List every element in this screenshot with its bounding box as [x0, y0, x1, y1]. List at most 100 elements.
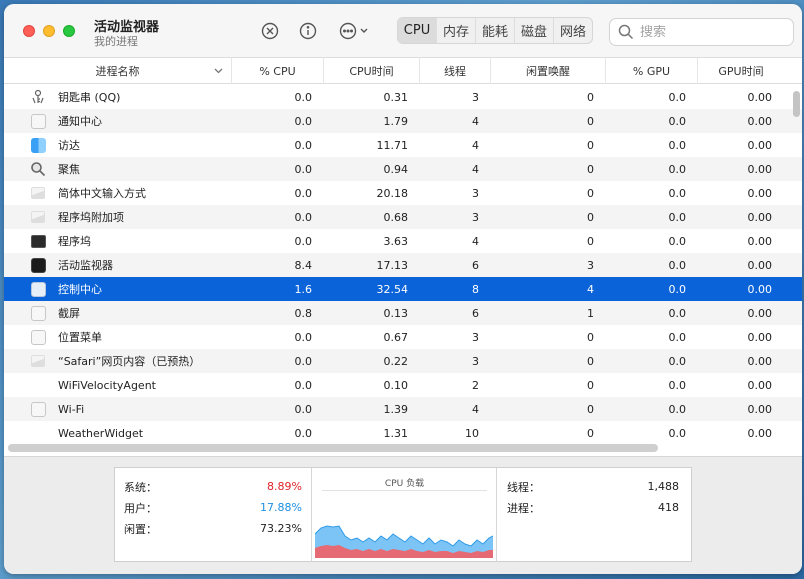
toolbar: 活动监视器 我的进程 CPU 内存 能耗 磁盘 网络 搜索: [4, 4, 802, 58]
threads-cell: 4: [472, 402, 479, 416]
process-name: 通知中心: [58, 115, 102, 128]
process-name: 聚焦: [58, 163, 80, 176]
process-name: “Safari”网页内容（已预热）: [58, 355, 201, 368]
cpu-percent-cell: 1.6: [294, 282, 313, 296]
column-header-cpu[interactable]: % CPU: [232, 58, 324, 84]
horizontal-scrollbar[interactable]: [8, 444, 658, 452]
table-row[interactable]: 通知中心 0.0 1.79 4 0 0.0 0.00: [4, 109, 802, 133]
gpu-percent-cell: 0.0: [668, 234, 687, 248]
column-header-gpu-time[interactable]: GPU时间: [698, 58, 784, 84]
table-row[interactable]: 钥匙串 (QQ) 0.0 0.31 3 0 0.0 0.00: [4, 85, 802, 109]
stat-user: 用户： 17.88%: [124, 501, 302, 515]
table-row[interactable]: 程序坞 0.0 3.63 4 0 0.0 0.00: [4, 229, 802, 253]
tab-cpu[interactable]: CPU: [398, 18, 437, 43]
column-header-threads[interactable]: 线程: [420, 58, 491, 84]
threads-cell: 2: [472, 378, 479, 392]
gpu-time-cell: 0.00: [747, 114, 773, 128]
process-name: 简体中文输入方式: [58, 187, 146, 200]
column-header-gpu[interactable]: % GPU: [606, 58, 698, 84]
cpu-percent-cell: 0.0: [294, 210, 313, 224]
cpu-load-graph: [315, 525, 493, 558]
table-row[interactable]: Wi-Fi 0.0 1.39 4 0 0.0 0.00: [4, 397, 802, 421]
vertical-scroll-thumb[interactable]: [793, 91, 800, 117]
search-icon: [618, 24, 634, 40]
table-row[interactable]: WeatherWidget 0.0 1.31 10 0 0.0 0.00: [4, 421, 802, 445]
cpu-time-cell: 1.79: [383, 114, 409, 128]
idle-wake-cell: 3: [587, 258, 594, 272]
threads-cell: 6: [472, 306, 479, 320]
no-icon: [30, 425, 46, 441]
threads-cell: 10: [465, 426, 479, 440]
threads-cell: 4: [472, 138, 479, 152]
table-row[interactable]: 控制中心 1.6 32.54 8 4 0.0 0.00: [4, 277, 802, 301]
table-row[interactable]: 活动监视器 8.4 17.13 6 3 0.0 0.00: [4, 253, 802, 277]
column-header-name[interactable]: 进程名称: [4, 58, 232, 84]
info-icon[interactable]: [298, 21, 318, 41]
cpu-percent-cell: 0.0: [294, 402, 313, 416]
gpu-percent-cell: 0.0: [668, 258, 687, 272]
gpu-time-cell: 0.00: [747, 378, 773, 392]
gpu-percent-cell: 0.0: [668, 426, 687, 440]
blank-app-icon: [30, 401, 46, 417]
minimize-window-button[interactable]: [43, 25, 55, 37]
cpu-usage-stats: 系统： 8.89% 用户： 17.88% 闲置： 73.23%: [115, 468, 312, 561]
cpu-time-cell: 0.94: [383, 162, 409, 176]
table-row[interactable]: 位置菜单 0.0 0.67 3 0 0.0 0.00: [4, 325, 802, 349]
keychain-icon: [30, 89, 46, 105]
cpu-time-cell: 0.22: [383, 354, 409, 368]
process-name-cell: 程序坞: [4, 229, 232, 253]
gpu-time-cell: 0.00: [747, 330, 773, 344]
process-name: 位置菜单: [58, 331, 102, 344]
idle-wake-cell: 0: [587, 234, 594, 248]
tab-disk[interactable]: 磁盘: [515, 18, 554, 43]
cpu-percent-cell: 0.0: [294, 354, 313, 368]
idle-wake-cell: 0: [587, 378, 594, 392]
cpu-load-title: CPU 负载: [384, 479, 425, 489]
stop-process-icon[interactable]: [260, 21, 280, 41]
column-header-cpu-time[interactable]: CPU时间: [324, 58, 420, 84]
cpu-time-cell: 1.39: [383, 402, 409, 416]
gpu-percent-cell: 0.0: [668, 402, 687, 416]
process-name: 程序坞附加项: [58, 211, 124, 224]
gpu-time-cell: 0.00: [747, 234, 773, 248]
table-row[interactable]: “Safari”网页内容（已预热） 0.0 0.22 3 0 0.0 0.00: [4, 349, 802, 373]
table-row[interactable]: 访达 0.0 11.71 4 0 0.0 0.00: [4, 133, 802, 157]
idle-wake-cell: 0: [587, 210, 594, 224]
cpu-percent-cell: 0.0: [294, 234, 313, 248]
search-field[interactable]: [609, 18, 794, 46]
cpu-time-cell: 20.18: [376, 186, 409, 200]
close-window-button[interactable]: [23, 25, 35, 37]
table-row[interactable]: 简体中文输入方式 0.0 20.18 3 0 0.0 0.00: [4, 181, 802, 205]
table-row[interactable]: 截屏 0.8 0.13 6 1 0.0 0.00: [4, 301, 802, 325]
idle-wake-cell: 0: [587, 402, 594, 416]
tab-network[interactable]: 网络: [554, 18, 592, 43]
more-actions-icon[interactable]: [338, 21, 374, 41]
zoom-window-button[interactable]: [63, 25, 75, 37]
process-name-cell: 程序坞附加项: [4, 205, 232, 229]
cpu-percent-cell: 0.0: [294, 378, 313, 392]
process-name-cell: “Safari”网页内容（已预热）: [4, 349, 232, 373]
table-row[interactable]: 聚焦 0.0 0.94 4 0 0.0 0.00: [4, 157, 802, 181]
table-row[interactable]: WiFiVelocityAgent 0.0 0.10 2 0 0.0 0.00: [4, 373, 802, 397]
gpu-time-cell: 0.00: [747, 162, 773, 176]
tab-energy[interactable]: 能耗: [476, 18, 515, 43]
threads-cell: 4: [472, 234, 479, 248]
search-input[interactable]: [640, 24, 790, 40]
gpu-time-cell: 0.00: [747, 402, 773, 416]
gpu-percent-cell: 0.0: [668, 282, 687, 296]
column-header-idle-wake[interactable]: 闲置唤醒: [491, 58, 606, 84]
gpu-percent-cell: 0.0: [668, 186, 687, 200]
gpu-time-cell: 0.00: [747, 354, 773, 368]
threads-cell: 3: [472, 354, 479, 368]
tab-memory[interactable]: 内存: [437, 18, 476, 43]
gpu-time-cell: 0.00: [747, 90, 773, 104]
window-subtitle[interactable]: 我的进程: [94, 33, 138, 49]
summary-panel: 系统： 8.89% 用户： 17.88% 闲置： 73.23% CPU 负载 线…: [114, 467, 692, 562]
threads-cell: 3: [472, 186, 479, 200]
table-row[interactable]: 程序坞附加项 0.0 0.68 3 0 0.0 0.00: [4, 205, 802, 229]
cpu-percent-cell: 0.0: [294, 114, 313, 128]
process-name: 程序坞: [58, 235, 91, 248]
gpu-time-cell: 0.00: [747, 306, 773, 320]
vertical-scrollbar[interactable]: [791, 85, 802, 443]
process-count-stats: 线程： 1,488 进程： 418: [497, 468, 691, 561]
